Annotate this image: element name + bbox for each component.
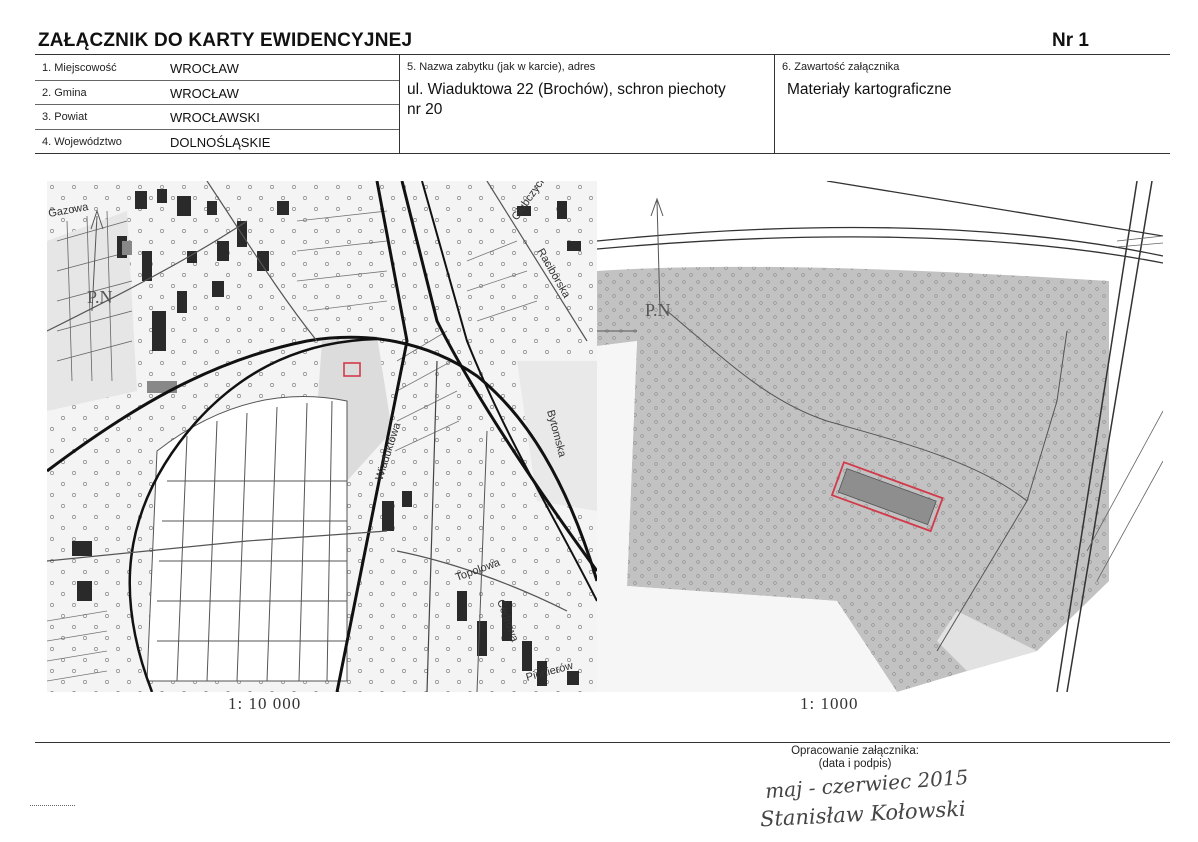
- field-label-locality: 1. Miejscowość: [42, 62, 117, 74]
- field-label-contents: 6. Zawartość załącznika: [782, 61, 900, 73]
- field-value-commune: WROCŁAW: [170, 86, 239, 101]
- field-label-voivodeship: 4. Województwo: [42, 136, 122, 148]
- column-rule: [774, 54, 775, 154]
- column-rule: [399, 54, 400, 154]
- field-label-monument: 5. Nazwa zabytku (jak w karcie), adres: [407, 61, 596, 73]
- page-title: ZAŁĄCZNIK DO KARTY EWIDENCYJNEJ: [38, 30, 413, 51]
- north-marker-label: P.N: [645, 300, 671, 320]
- map-scale-1000: P.N: [597, 181, 1163, 692]
- field-label-commune: 2. Gmina: [42, 87, 87, 99]
- field-value-contents: Materiały kartograficzne: [787, 81, 952, 98]
- footer-rule: [35, 742, 1170, 743]
- header-rule: [35, 54, 1170, 55]
- row-rule: [35, 104, 400, 105]
- scan-mark: [30, 805, 75, 808]
- field-value-voivodeship: DOLNOŚLĄSKIE: [170, 135, 271, 150]
- scale-label-left: 1: 10 000: [228, 694, 302, 713]
- row-rule: [35, 80, 400, 81]
- row-rule: [35, 129, 400, 130]
- table-bottom-rule: [35, 153, 1170, 154]
- field-value-district: WROCŁAWSKI: [170, 110, 260, 125]
- field-value-monument-line2: nr 20: [407, 101, 443, 118]
- handwritten-signature: Stanisław Kołowski: [759, 796, 967, 832]
- attachment-number: Nr 1: [1052, 30, 1089, 51]
- north-marker-label: P.N: [87, 287, 113, 307]
- field-value-monument-line1: ul. Wiaduktowa 22 (Brochów), schron piec…: [407, 81, 726, 98]
- map-scale-10000: Gazowa Głubczycka Raciborska Bytomska Wi…: [47, 181, 597, 692]
- scale-label-right: 1: 1000: [800, 694, 859, 713]
- prepared-label: Opracowanie załącznika:: [791, 745, 919, 757]
- field-value-locality: WROCŁAW: [170, 61, 239, 76]
- field-label-district: 3. Powiat: [42, 111, 88, 123]
